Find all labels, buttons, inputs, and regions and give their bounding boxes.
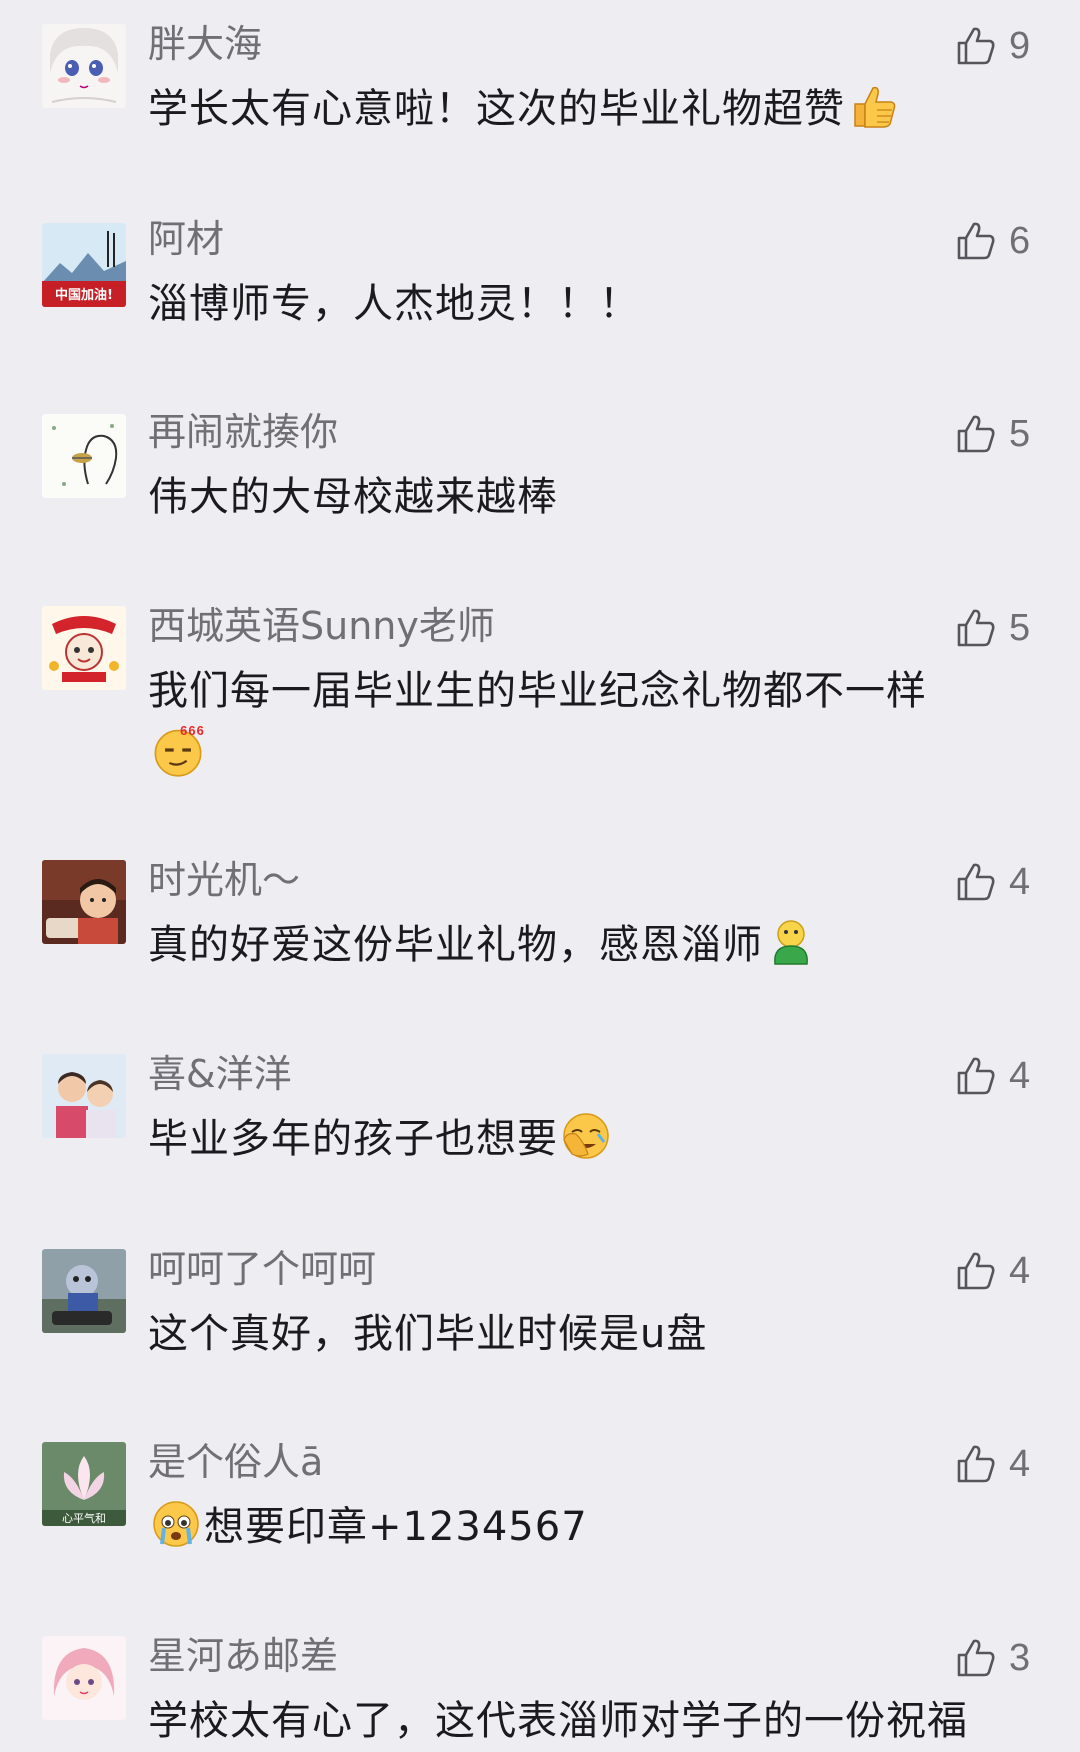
comment-text-content: 毕业多年的孩子也想要 xyxy=(148,1116,558,1162)
like-button[interactable]: 3 xyxy=(955,1634,1055,1682)
comment-text: 这个真好，我们毕业时候是u盘 xyxy=(148,1303,998,1365)
like-button[interactable]: 5 xyxy=(955,604,1055,652)
thumbs-up-icon xyxy=(957,1252,995,1290)
comment-text: 伟大的大母校越来越棒 xyxy=(148,466,998,528)
facepalm-emoji xyxy=(560,1110,612,1162)
child-photo-avatar[interactable] xyxy=(42,860,126,944)
thumbs-up-icon xyxy=(957,609,995,647)
nickname[interactable]: 喜&洋洋 xyxy=(148,1052,292,1096)
thumbs-up-icon xyxy=(957,415,995,453)
anime-girl-avatar[interactable] xyxy=(42,1636,126,1720)
thumbs-up-emoji xyxy=(847,80,899,132)
thumbs-up-icon xyxy=(957,1639,995,1677)
cartoon-photo-avatar[interactable] xyxy=(42,1249,126,1333)
thumbs-up-icon xyxy=(957,1057,995,1095)
avatar-caption: 心平气和 xyxy=(62,1511,106,1525)
like-button[interactable]: 9 xyxy=(955,22,1055,70)
kids-photo-avatar[interactable] xyxy=(42,1054,126,1138)
crying-emoji xyxy=(150,1498,202,1550)
comment-text-content: 伟大的大母校越来越棒 xyxy=(148,474,558,520)
avatar-caption: 中国加油! xyxy=(55,287,113,303)
nickname[interactable]: 西城英语Sunny老师 xyxy=(148,604,495,648)
anime-face-avatar[interactable] xyxy=(42,24,126,108)
like-count: 9 xyxy=(1009,24,1031,67)
comment-text: 淄博师专，人杰地灵！！！ xyxy=(148,273,998,335)
like-count: 4 xyxy=(1009,860,1031,903)
like-button[interactable]: 5 xyxy=(955,410,1055,458)
comment-text: 想要印章+1234567 xyxy=(148,1496,998,1558)
666-emoji: 666 xyxy=(150,722,206,778)
comment-text: 学校太有心了，这代表淄师对学子的一份祝福 xyxy=(148,1690,998,1752)
nickname[interactable]: 呵呵了个呵呵 xyxy=(148,1247,376,1291)
comment-list: 胖大海 学长太有心意啦！这次的毕业礼物超赞 9 中国加油! 阿材 淄博师专，人杰… xyxy=(0,0,1080,1752)
comment-text: 毕业多年的孩子也想要 xyxy=(148,1108,998,1170)
thumbs-up-icon xyxy=(957,1445,995,1483)
like-button[interactable]: 4 xyxy=(955,1247,1055,1295)
nickname[interactable]: 再闹就揍你 xyxy=(148,410,338,454)
nickname[interactable]: 是个俗人ā xyxy=(148,1440,323,1484)
like-button[interactable]: 6 xyxy=(955,217,1055,265)
like-count: 4 xyxy=(1009,1442,1031,1485)
thumbs-up-icon xyxy=(957,222,995,260)
comment-text-content: 我们每一届毕业生的毕业纪念礼物都不一样 xyxy=(148,668,927,714)
like-count: 5 xyxy=(1009,606,1031,649)
mountain-china-avatar[interactable]: 中国加油! xyxy=(42,223,126,307)
comment-text-content: 学长太有心意啦！这次的毕业礼物超赞 xyxy=(148,86,845,132)
nickname[interactable]: 星河あ邮差 xyxy=(148,1634,338,1678)
thumbs-up-icon xyxy=(957,863,995,901)
comment-text-content: 真的好爱这份毕业礼物，感恩淄师 xyxy=(148,922,763,968)
lotus-avatar[interactable]: 心平气和 xyxy=(42,1442,126,1526)
svg-text:666: 666 xyxy=(180,723,205,738)
comment-text-content: 想要印章+1234567 xyxy=(204,1504,588,1550)
green-figure-emoji xyxy=(765,916,817,968)
nickname[interactable]: 阿材 xyxy=(148,217,224,261)
comment-text: 真的好爱这份毕业礼物，感恩淄师 xyxy=(148,914,998,976)
nickname[interactable]: 胖大海 xyxy=(148,22,262,66)
comment-text-content: 学校太有心了，这代表淄师对学子的一份祝福 xyxy=(148,1698,968,1744)
like-count: 3 xyxy=(1009,1636,1031,1679)
new-year-avatar[interactable] xyxy=(42,606,126,690)
like-count: 4 xyxy=(1009,1054,1031,1097)
comment-text: 我们每一届毕业生的毕业纪念礼物都不一样 666 xyxy=(148,660,998,786)
like-button[interactable]: 4 xyxy=(955,1052,1055,1100)
nickname[interactable]: 时光机～ xyxy=(148,858,300,902)
like-count: 6 xyxy=(1009,219,1031,262)
comment-text-content: 淄博师专，人杰地灵！！！ xyxy=(148,281,640,327)
thumbs-up-icon xyxy=(957,27,995,65)
comment-text: 学长太有心意啦！这次的毕业礼物超赞 xyxy=(148,78,998,140)
like-count: 4 xyxy=(1009,1249,1031,1292)
sketch-avatar[interactable] xyxy=(42,414,126,498)
like-count: 5 xyxy=(1009,412,1031,455)
comment-text-content: 这个真好，我们毕业时候是u盘 xyxy=(148,1311,708,1357)
like-button[interactable]: 4 xyxy=(955,858,1055,906)
like-button[interactable]: 4 xyxy=(955,1440,1055,1488)
